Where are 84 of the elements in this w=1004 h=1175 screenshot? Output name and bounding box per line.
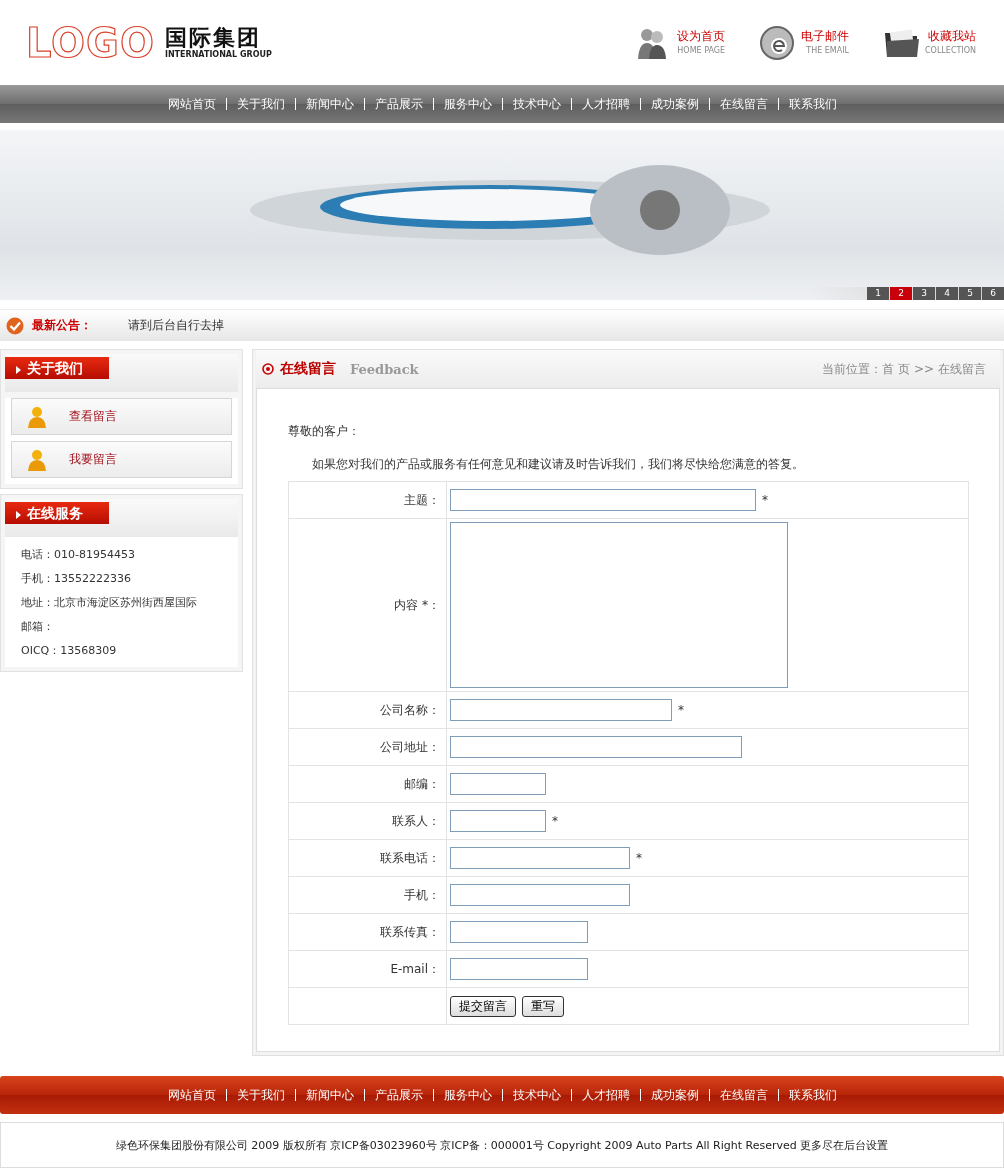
input-field[interactable] [450,921,588,943]
triangle-icon [16,511,21,519]
notice-label: 最新公告： [32,317,92,334]
slide-number[interactable]: 2 [890,287,912,300]
nav-link[interactable]: 联系我们 [786,95,839,113]
nav-link[interactable]: 人才招聘 [579,95,632,113]
contact-line: 电话：010-81954453 [21,547,136,563]
copyright-text: 绿色环保集团股份有限公司 2009 版权所有 京ICP备03023960号 京ICP备：000001号 Copyright 2009 Auto Parts All Right Reserved 更多尽在后台设置 [115,1137,889,1153]
field-label: 联系电话： [288,839,447,877]
form-button[interactable]: 重写 [522,995,564,1017]
target-icon [262,363,274,375]
nav-link[interactable]: 成功案例 [648,1086,701,1104]
input-field[interactable] [450,847,630,869]
required-mark: * [552,813,558,828]
nav-link[interactable]: 网站首页 [165,1086,218,1104]
field-label: E-mail： [288,950,447,988]
input-field[interactable] [450,810,546,832]
input-field[interactable] [450,699,672,721]
nav-link[interactable]: 人才招聘 [579,1086,632,1104]
panel-title: 在线留言 [280,360,336,378]
slide-number[interactable]: 3 [913,287,935,300]
panel-subtitle: Feedback [350,361,420,377]
person-icon [27,448,47,471]
nav-link[interactable]: 在线留言 [717,95,770,113]
slide-number[interactable]: 1 [867,287,889,300]
contact-line: 手机：13552222336 [21,571,132,587]
section-title: 在线服务 [5,502,109,524]
nav-link[interactable]: 技术中心 [510,95,563,113]
nav-link[interactable]: 服务中心 [441,95,494,113]
nav-link[interactable]: 产品展示 [372,95,425,113]
required-mark: * [678,702,684,717]
input-field[interactable] [450,958,588,980]
nav-link[interactable]: 关于我们 [234,95,287,113]
sidebar-link[interactable]: 我要留言 [11,441,232,478]
greeting-text: 尊敬的客户： [288,423,361,440]
input-field[interactable] [450,884,630,906]
sidebar-link[interactable]: 查看留言 [11,398,232,435]
input-field[interactable] [450,773,546,795]
header-link-caption: COLLECTION [925,44,976,57]
nav-link[interactable]: 联系我们 [786,1086,839,1104]
slide-number[interactable]: 6 [982,287,1004,300]
nav-link[interactable]: 产品展示 [372,1086,425,1104]
required-mark: * [762,492,768,507]
triangle-icon [16,366,21,374]
nav-link[interactable]: 成功案例 [648,95,701,113]
company-name-english: INTERNATIONAL GROUP [164,49,272,60]
company-name: 国际集团 [164,25,262,50]
input-field[interactable] [450,736,742,758]
notice-text: 请到后台自行去掉 [128,317,224,334]
input-field[interactable] [450,489,756,511]
header-link[interactable]: 电子邮件 [801,27,850,44]
form-button[interactable]: 提交留言 [450,995,516,1017]
contact-line: OICQ：13568309 [21,643,118,659]
field-label: 公司名称： [288,691,447,729]
person-icon [27,405,47,428]
globe-icon [759,24,796,61]
nav-link[interactable]: 关于我们 [234,1086,287,1104]
header-link-caption: HOME PAGE [677,44,726,57]
field-label: 主题： [288,481,447,519]
nav-link[interactable]: 新闻中心 [303,1086,356,1104]
logo: LOGO [26,19,155,66]
nav-link[interactable]: 服务中心 [441,1086,494,1104]
breadcrumb: 当前位置：首 页 >> 在线留言 [822,360,986,378]
nav-link[interactable]: 新闻中心 [303,95,356,113]
header-link-caption: THE EMAIL [806,44,850,57]
header-link[interactable]: 设为首页 [677,27,726,44]
intro-text: 如果您对我们的产品或服务有任何意见和建议请及时告诉我们，我们将尽快给您满意的答复。 [311,456,805,473]
section-title: 关于我们 [5,357,109,379]
nav-link[interactable]: 技术中心 [510,1086,563,1104]
contact-line: 邮箱： [21,619,55,635]
field-label: 手机： [288,876,447,914]
required-mark: * [636,850,642,865]
field-label: 联系人： [288,802,447,840]
slide-number[interactable]: 4 [936,287,958,300]
contact-line: 地址：北京市海淀区苏州街西屋国际 [21,595,198,611]
header-link[interactable]: 收藏我站 [928,27,976,44]
nav-link[interactable]: 网站首页 [165,95,218,113]
field-label: 内容 *： [288,518,447,692]
field-label: 公司地址： [288,728,447,766]
field-label: 联系传真： [288,913,447,951]
field-label: 邮编： [288,765,447,803]
slide-number[interactable]: 5 [959,287,981,300]
check-icon [6,316,24,335]
nav-link[interactable]: 在线留言 [717,1086,770,1104]
